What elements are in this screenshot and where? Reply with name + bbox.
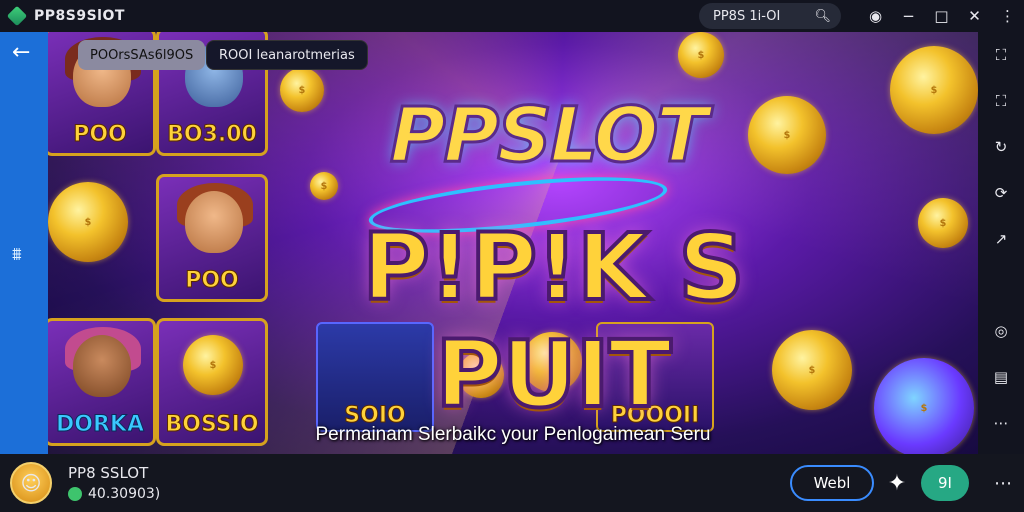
web-button[interactable]: Webl	[790, 465, 874, 501]
logo-top-text: PPSLOT	[388, 89, 709, 181]
coin-decoration	[310, 172, 338, 200]
record-icon[interactable]: ◉	[859, 0, 892, 32]
layers-icon[interactable]: ▤	[978, 354, 1024, 400]
banner-tab-1[interactable]: POOrsSAs6l9OS	[78, 40, 206, 70]
left-rail: ← ⩩	[0, 32, 48, 454]
balance-value: 40.30903)	[88, 486, 161, 502]
scan-frame-icon[interactable]: ⛶	[978, 32, 1024, 78]
coin-decoration	[280, 68, 324, 112]
avatar-icon[interactable]: ☺	[10, 462, 52, 504]
coin-decoration	[678, 32, 724, 78]
coin-decoration	[748, 96, 826, 174]
title-bar-controls: PP8S 1i-OI 🔍︎ ◉ − □ ✕ ⋮	[699, 0, 1024, 32]
app-logo-icon	[6, 5, 28, 27]
slot-tile: POO	[156, 174, 268, 302]
swap-icon[interactable]: ⩩	[12, 244, 22, 265]
user-info: PP8 SSLOT 40.30903)	[68, 464, 160, 502]
tile-label: POO	[185, 268, 240, 294]
more-icon[interactable]: ⋯	[988, 468, 1018, 498]
green-action-button[interactable]: 9I	[921, 465, 969, 501]
rotate-icon[interactable]: ↻	[978, 124, 1024, 170]
refresh-icon[interactable]: ⟳	[978, 170, 1024, 216]
bottom-bar: ☺ PP8 SSLOT 40.30903) Webl ✦ 9I ⋯	[0, 454, 1024, 512]
maximize-icon[interactable]: □	[925, 0, 958, 32]
tile-label: BO3.00	[167, 122, 258, 148]
back-arrow-icon[interactable]: ←	[12, 40, 30, 65]
balance-row: 40.30903)	[68, 486, 160, 502]
close-icon[interactable]: ✕	[958, 0, 991, 32]
tile-label: POO	[73, 122, 128, 148]
location-icon[interactable]: ◎	[978, 308, 1024, 354]
user-name: PP8 SSLOT	[68, 464, 149, 482]
title-bar: PP8S9SlOT PP8S 1i-OI 🔍︎ ◉ − □ ✕ ⋮	[0, 0, 1024, 32]
banner-caption: Permainam Slerbaikc your Penlogaimean Se…	[315, 424, 711, 445]
banner-tab-2[interactable]: ROOI leanarotmerias	[206, 40, 368, 70]
app-title: PP8S9SlOT	[34, 8, 125, 24]
coin-decoration	[48, 182, 128, 262]
more-horizontal-icon[interactable]: ⋯	[978, 400, 1024, 446]
more-vertical-icon[interactable]: ⋮	[991, 0, 1024, 32]
emulator-window: PP8S9SlOT PP8S 1i-OI 🔍︎ ◉ − □ ✕ ⋮ ← ⩩ PO…	[0, 0, 1024, 512]
puzzle-icon[interactable]: ✦	[884, 470, 910, 496]
search-text: PP8S 1i-OI	[713, 8, 781, 24]
search-box[interactable]: PP8S 1i-OI 🔍︎	[699, 3, 841, 29]
search-icon[interactable]: 🔍︎	[814, 9, 831, 24]
right-rail: ⛶ ⛶ ↻ ⟳ ↗ ◎ ▤ ⋯	[978, 32, 1024, 454]
minimize-icon[interactable]: −	[892, 0, 925, 32]
coin-icon	[68, 487, 82, 501]
coin-decoration	[890, 46, 978, 134]
scan-frame-2-icon[interactable]: ⛶	[978, 78, 1024, 124]
logo-bottom-text: P!P!K S PUIT	[360, 212, 746, 430]
cursor-icon[interactable]: ↗	[978, 216, 1024, 262]
coin-decoration	[918, 198, 968, 248]
game-banner[interactable]: POO BO3.00 POO DORKA BOSSIO SOIO POOOII	[48, 32, 978, 454]
